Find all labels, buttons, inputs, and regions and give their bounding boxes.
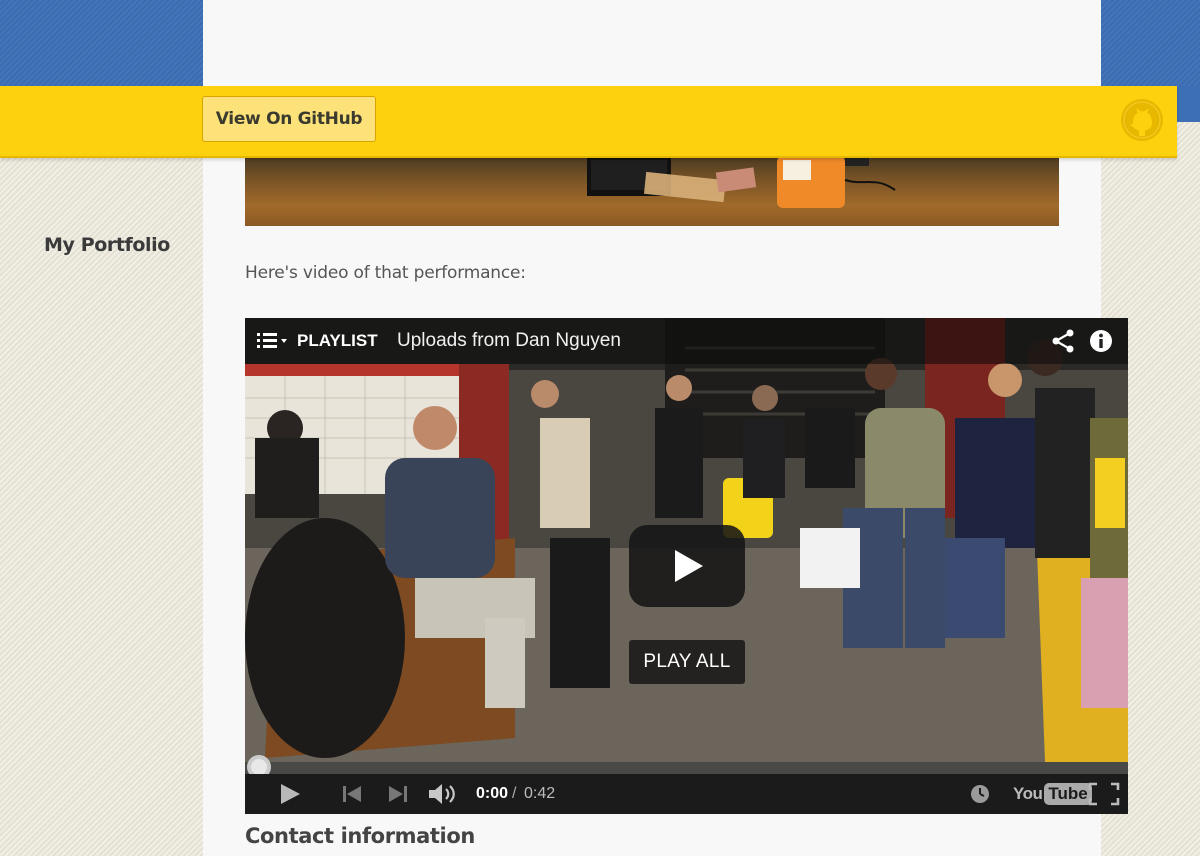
video-title[interactable]: Uploads from Dan Nguyen — [397, 330, 621, 352]
info-icon[interactable] — [1089, 329, 1113, 353]
playlist-label[interactable]: PLAYLIST — [297, 331, 378, 351]
intro-paragraph: Here's video of that performance: — [245, 263, 526, 283]
header-edge — [1177, 86, 1200, 122]
fullscreen-icon[interactable] — [1087, 781, 1121, 807]
player-controls: 0:00 / 0:42 You Tube — [245, 774, 1128, 814]
sidebar-item-my-portfolio[interactable]: My Portfolio — [44, 234, 170, 256]
contact-heading: Contact information — [245, 824, 475, 848]
toolbar: View On GitHub — [0, 86, 1177, 158]
youtube-logo-you: You — [1013, 784, 1043, 803]
youtube-logo[interactable]: You Tube — [1013, 781, 1092, 807]
clock-icon[interactable] — [969, 781, 991, 807]
time-separator: / — [512, 785, 517, 802]
volume-icon[interactable] — [427, 781, 457, 807]
youtube-logo-tube: Tube — [1044, 783, 1092, 805]
play-icon[interactable] — [277, 781, 303, 807]
progress-bar[interactable] — [245, 762, 1128, 774]
next-icon[interactable] — [387, 781, 409, 807]
play-icon — [675, 550, 703, 582]
previous-icon[interactable] — [341, 781, 363, 807]
performance-photo — [245, 156, 1059, 226]
view-on-github-button[interactable]: View On GitHub — [202, 96, 376, 142]
player-top-bar: PLAYLIST Uploads from Dan Nguyen — [245, 318, 1128, 364]
play-all-button[interactable]: PLAY ALL — [629, 640, 745, 684]
playlist-icon[interactable] — [257, 332, 287, 350]
youtube-player[interactable]: PLAYLIST Uploads from Dan Nguyen PLAY AL… — [245, 318, 1128, 814]
github-octocat-icon[interactable] — [1120, 98, 1164, 142]
share-icon[interactable] — [1051, 329, 1075, 353]
play-large-button[interactable] — [629, 525, 745, 607]
current-time: 0:00 — [476, 785, 509, 802]
duration: 0:42 — [524, 785, 556, 802]
